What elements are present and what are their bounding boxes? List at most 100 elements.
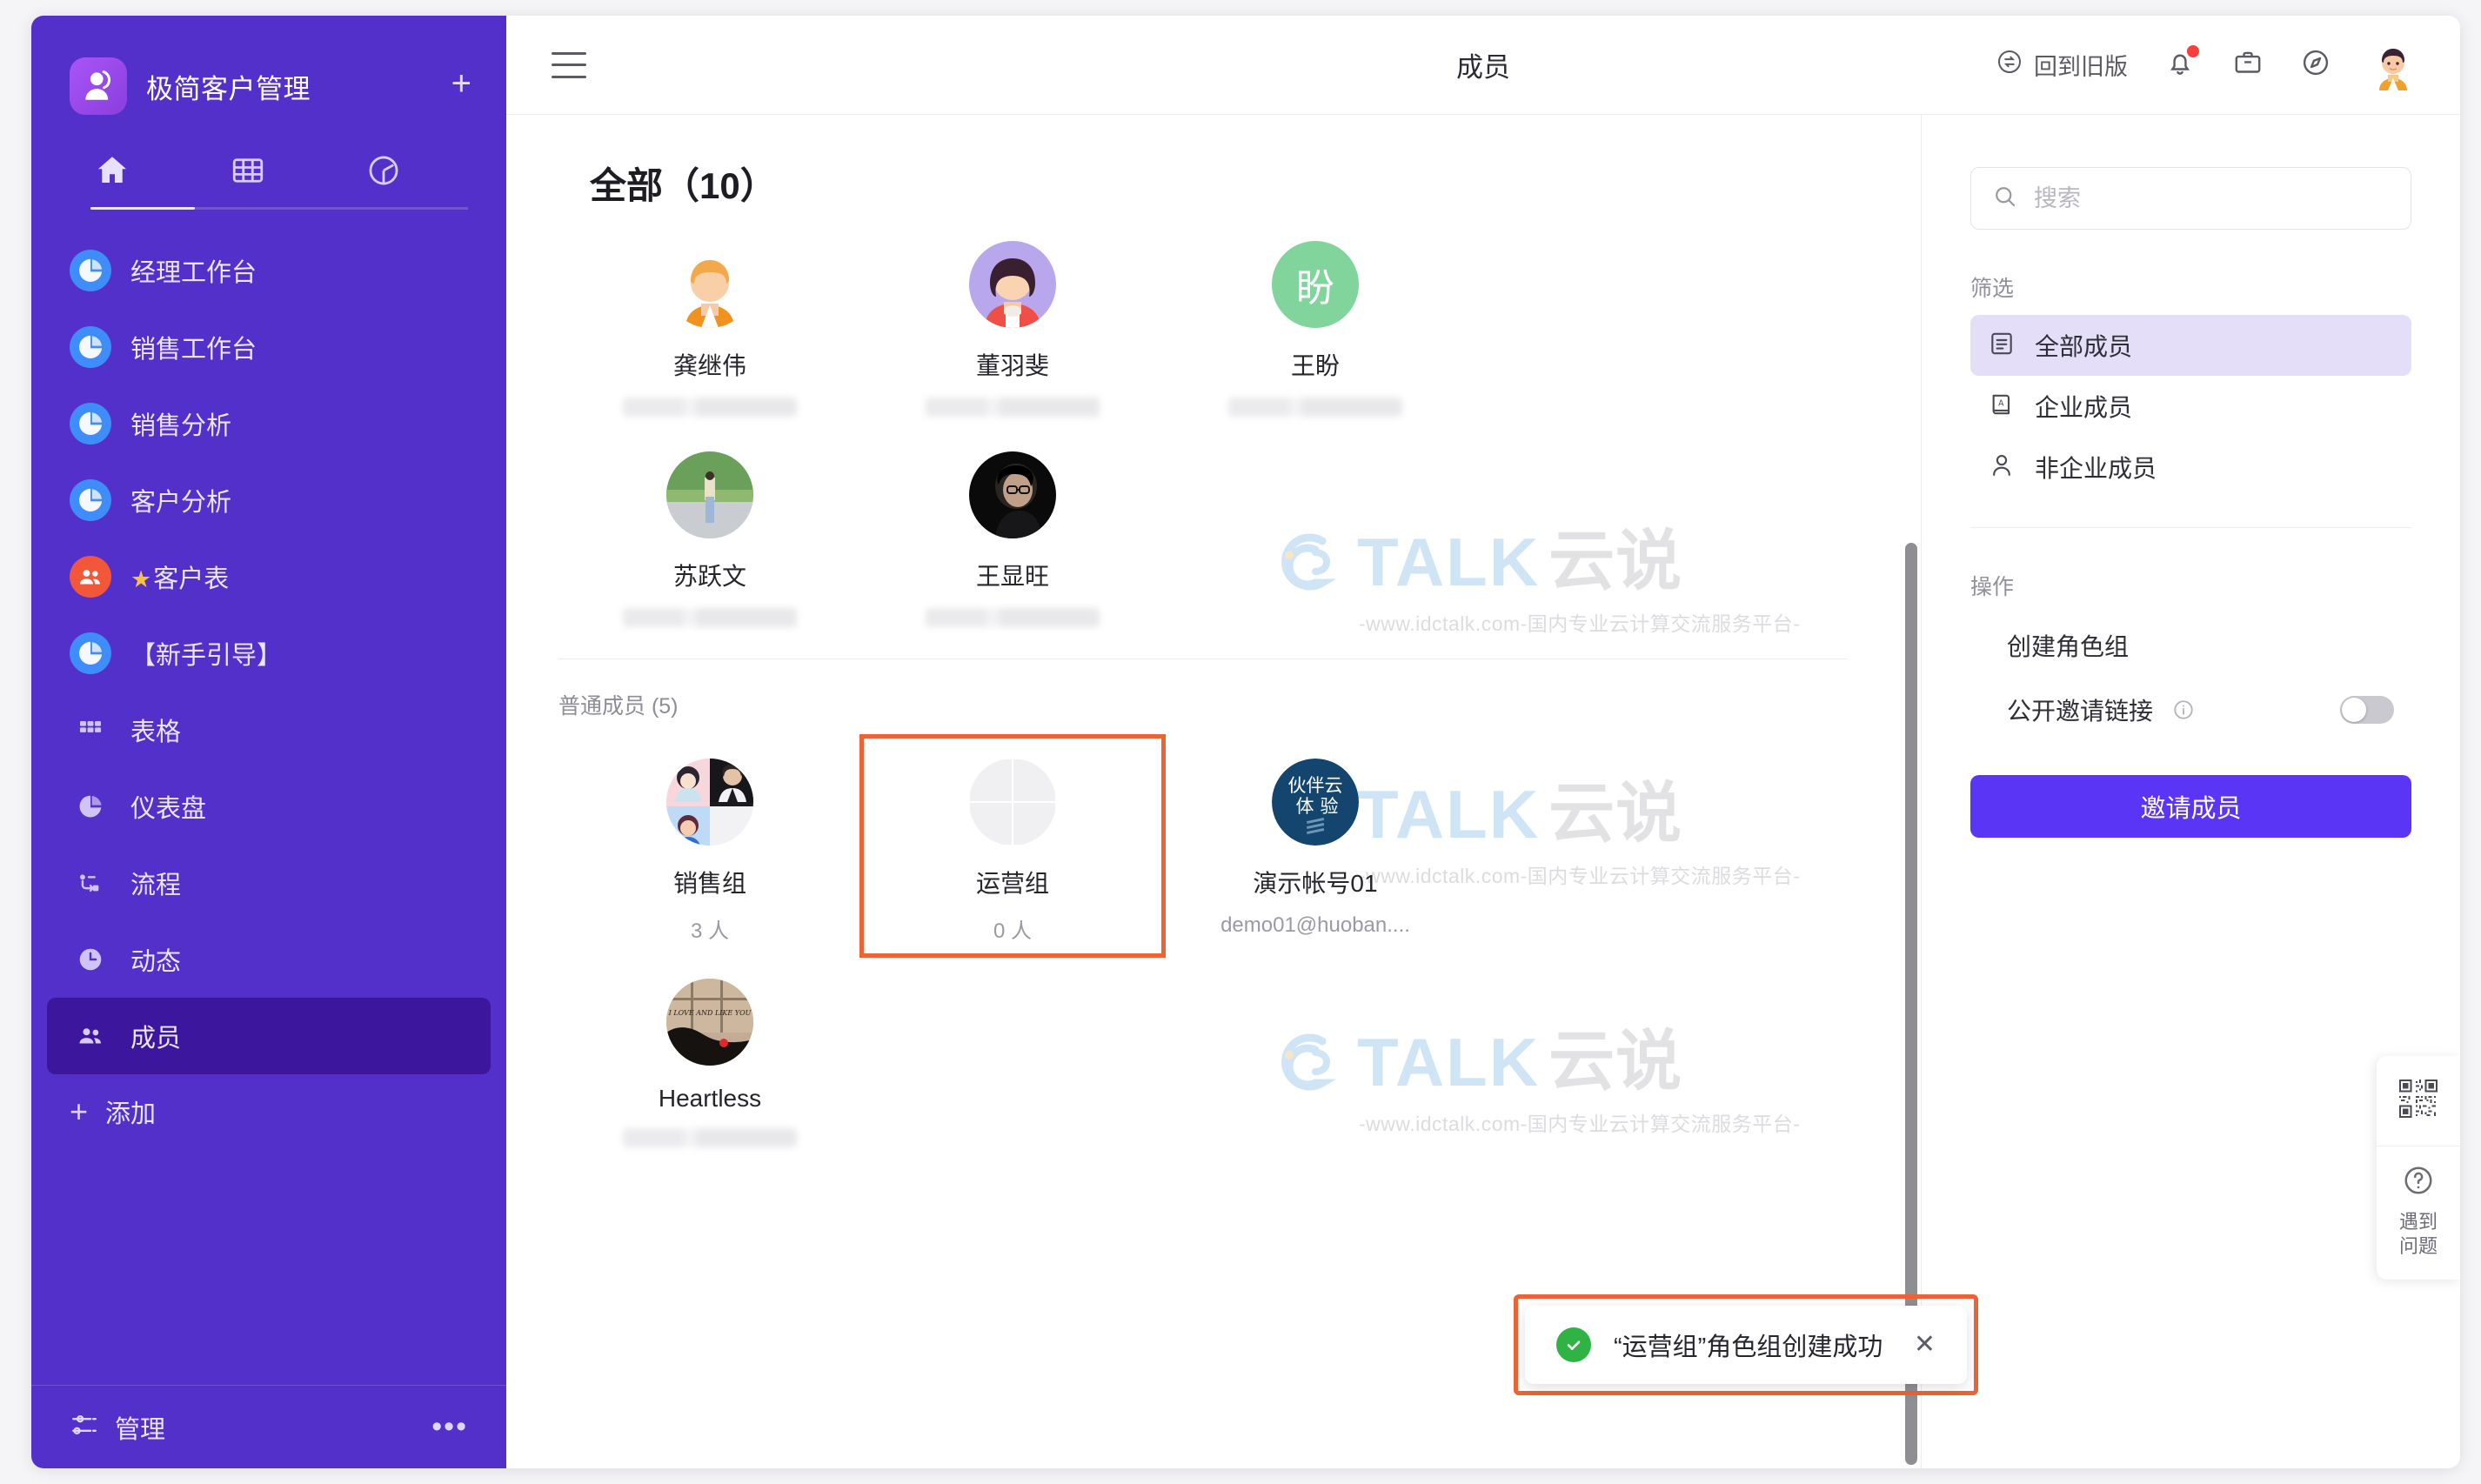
members-list-panel: 全部（10） TALK 云说 -www.idctalk.com-国内专业云计算交… [506,115,1921,1468]
panel-divider [1970,527,2411,528]
member-card[interactable]: 苏跃文 [558,429,861,639]
member-card[interactable]: I LOVE AND LIKE YOU Heartless [558,956,861,1160]
member-email-masked [623,608,797,627]
normal-members-heading: 普通成员 (5) [558,694,679,719]
sidebar-item-customer-table[interactable]: ★客户表 [47,538,491,615]
invite-member-button[interactable]: 邀请成员 [1970,775,2411,838]
sidebar-header: 极简客户管理 + [31,16,506,120]
action-label: 创建角色组 [2007,633,2130,660]
sidebar-item-tables[interactable] [228,150,268,191]
filter-enterprise-members[interactable]: A 企业成员 [1970,376,2411,437]
member-card[interactable]: 龚继伟 [558,218,861,429]
member-name: 苏跃文 [672,563,746,590]
main-area: 成员 回到旧版 全部（10） TALK 云说 -www.idctalk.com-… [506,16,2460,1468]
back-to-old-version-button[interactable]: 回到旧版 [1996,48,2128,82]
sidebar-manage-label: 管理 [115,1415,166,1444]
sidebar-item-activity[interactable]: 动态 [47,921,491,998]
sidebar-tabs [31,120,506,200]
sidebar-item-workflow[interactable]: 流程 [47,845,491,921]
role-group-card-operations[interactable]: 运营组 0 人 [859,734,1166,958]
toast-highlight-frame: “运营组”角色组创建成功 ✕ [1514,1294,1978,1395]
sidebar-item-label: 销售工作台 [130,336,257,364]
sidebar-item-analytics[interactable] [364,150,404,191]
list-icon [1988,330,2016,362]
avatar: 伙伴云体验 [1272,759,1359,846]
member-card[interactable]: 伙伴云体验 演示帐号01 demo01@huoban.... [1164,736,1467,956]
top-bar: 成员 回到旧版 [506,16,2460,115]
pie-chart-icon [70,785,111,827]
search-input[interactable] [2034,184,2390,212]
sidebar-item-label: 经理工作台 [130,259,257,287]
avatar [666,759,753,846]
pie-chart-icon [70,403,111,445]
public-invite-link-row[interactable]: 公开邀请链接 [1970,678,2411,742]
search-box[interactable] [1970,167,2411,230]
filter-all-members[interactable]: 全部成员 [1970,315,2411,376]
role-group-card[interactable]: 销售组 3 人 [558,736,861,956]
success-toast: “运营组”角色组创建成功 ✕ [1525,1306,1967,1384]
workspace-button[interactable] [2232,47,2264,83]
info-icon[interactable] [2172,699,2195,721]
add-app-button[interactable]: + 添加 [31,1074,506,1149]
avatar [969,451,1056,538]
members-icon [70,1015,111,1057]
content-scrollbar[interactable] [1905,115,1921,1468]
sidebar-item-home[interactable] [92,150,132,191]
help-label-line2: 问题 [2398,1235,2438,1258]
pie-chart-icon [70,632,111,674]
avatar [969,241,1056,328]
hamburger-icon[interactable] [552,51,586,78]
add-board-button[interactable]: + [451,66,471,106]
notifications-button[interactable] [2164,45,2199,83]
sidebar-item-sales-analysis[interactable]: 销售分析 [47,385,491,462]
pie-chart-icon [70,326,111,368]
svg-text:伙伴云: 伙伴云 [1288,775,1343,796]
add-app-label: 添加 [105,1100,157,1128]
filter-label: 非企业成员 [2035,455,2157,482]
sidebar-item-members[interactable]: 成员 [47,998,491,1074]
pie-chart-icon [70,479,111,521]
public-invite-link-toggle[interactable] [2340,696,2394,724]
qrcode-button[interactable] [2377,1056,2460,1146]
sidebar-item-label: 【新手引导】 [130,642,283,670]
filter-label: 全部成员 [2035,333,2133,360]
sidebar-item-label: 成员 [130,1025,182,1053]
member-card[interactable]: 盼 王盼 [1164,218,1467,429]
action-label: 公开邀请链接 [2007,698,2154,725]
swap-circle-icon [1996,48,2023,82]
svg-text:体: 体 [1296,796,1314,817]
sidebar-item-dashboard[interactable]: 仪表盘 [47,768,491,845]
plus-icon: + [70,1093,89,1129]
sidebar-item-sales-workbench[interactable]: 销售工作台 [47,309,491,385]
sidebar-menu: 经理工作台 销售工作台 销售分析 客户分析 ★客户表 【新手引导】 表格 仪表盘… [31,232,506,1385]
app-brand-title: 极简客户管理 [146,73,311,104]
filter-non-enterprise-members[interactable]: 非企业成员 [1970,437,2411,498]
member-card[interactable]: 董羽斐 [861,218,1164,429]
sidebar-tab-indicator [90,207,468,210]
sidebar-item-manager-workbench[interactable]: 经理工作台 [47,232,491,309]
person-icon [1988,451,2016,484]
sidebar-item-newbie-guide[interactable]: 【新手引导】 [47,615,491,692]
role-group-name: 销售组 [672,870,746,897]
avatar-initial: 盼 [1296,267,1334,310]
notification-badge [2187,45,2199,57]
close-icon[interactable]: ✕ [1914,1332,1936,1358]
member-card[interactable]: 王显旺 [861,429,1164,639]
user-avatar[interactable] [2368,39,2418,90]
sidebar-manage-button[interactable]: 管理 ••• [31,1385,506,1468]
member-name: 王显旺 [975,563,1049,590]
explore-button[interactable] [2300,47,2331,83]
actions-group-label: 操作 [1970,575,2015,599]
create-role-group-button[interactable]: 创建角色组 [1970,613,2411,678]
sidebar-item-label: 流程 [130,872,182,899]
sidebar-item-tables-list[interactable]: 表格 [47,692,491,768]
right-dock: 遇到 问题 [2377,1056,2460,1280]
sidebar-item-customer-analysis[interactable]: 客户分析 [47,462,491,538]
help-button[interactable]: 遇到 问题 [2377,1146,2460,1280]
avatar [666,451,753,538]
svg-text:验: 验 [1321,796,1339,817]
app-window: 极简客户管理 + 经理工作台 销售工作台 销售分析 客户分析 ★客户表 【新手引… [31,16,2460,1468]
content-body: 全部（10） TALK 云说 -www.idctalk.com-国内专业云计算交… [506,115,2460,1468]
grid-icon [70,709,111,751]
more-dots-icon[interactable]: ••• [431,1412,468,1442]
